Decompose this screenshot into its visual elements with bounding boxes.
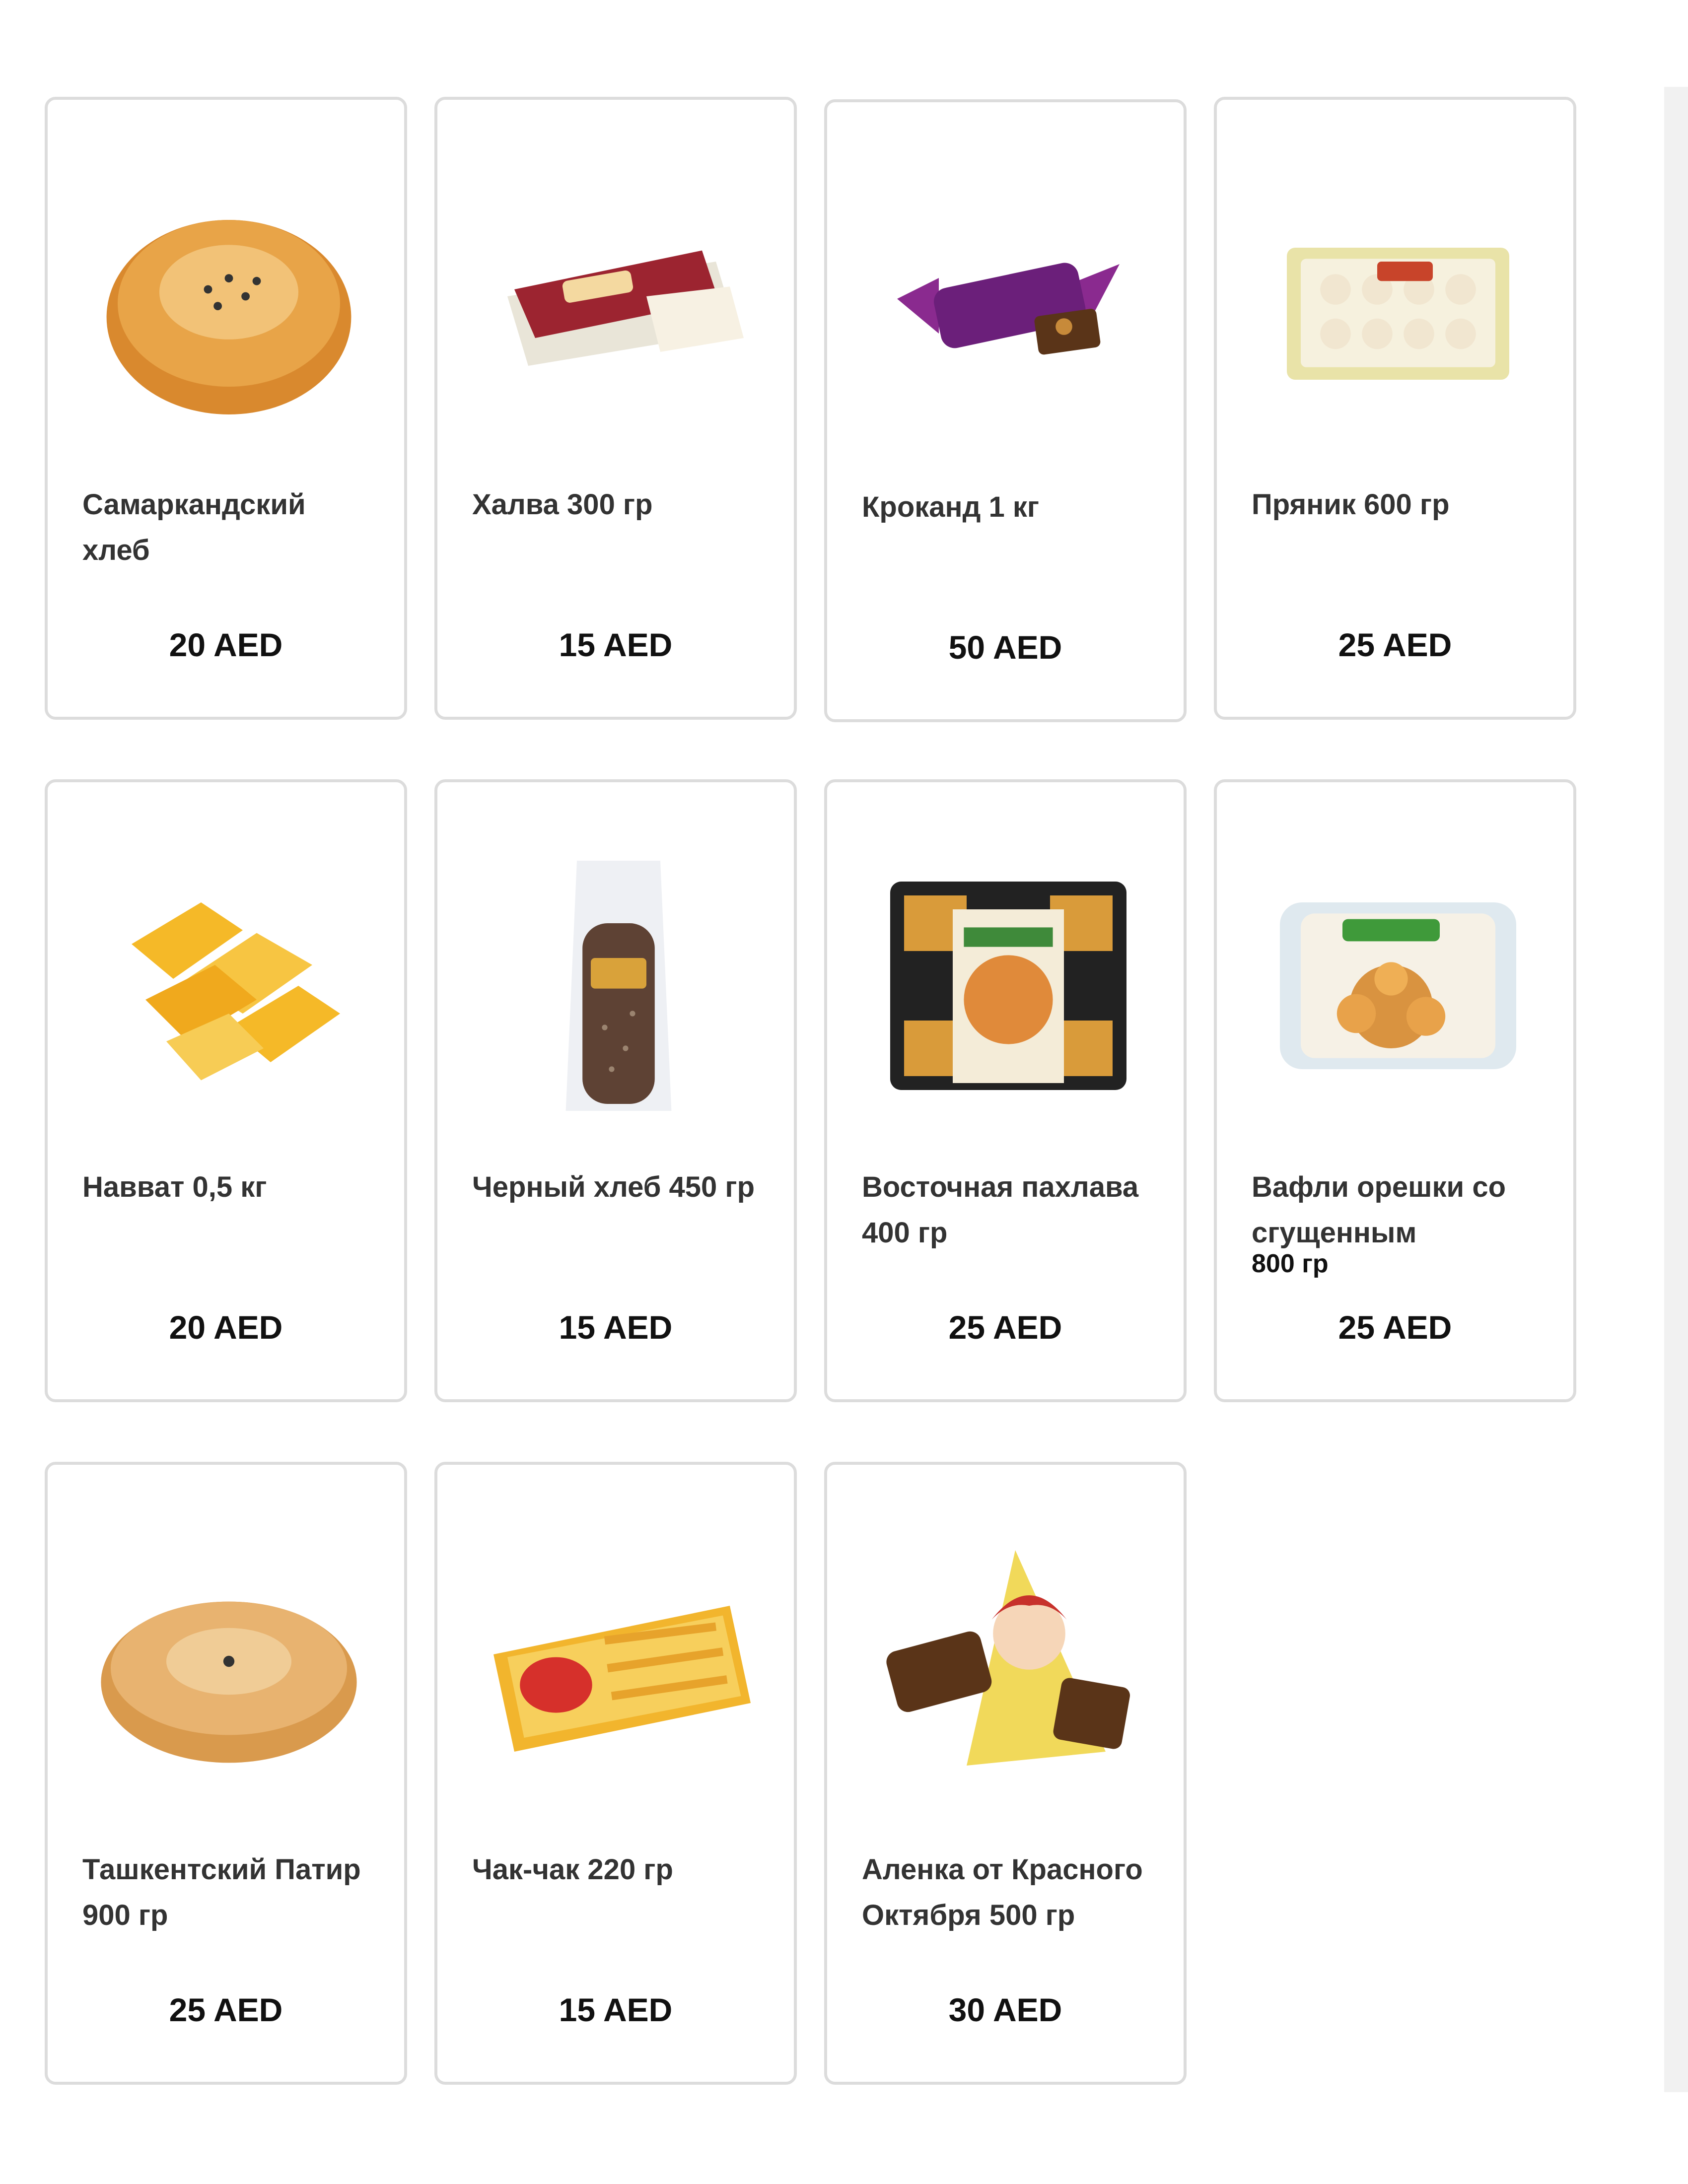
product-name[interactable]: Самаркандский хлеб xyxy=(82,482,380,573)
product-image[interactable] xyxy=(862,837,1155,1135)
product-image[interactable] xyxy=(472,837,765,1135)
patir-bread-icon xyxy=(101,1601,357,1763)
round-bread-icon xyxy=(106,220,352,414)
product-name[interactable]: Навват 0,5 кг xyxy=(82,1164,380,1210)
product-price: 25 AED xyxy=(169,1991,283,2028)
product-name[interactable]: Аленка от Красного Октября 500 гр xyxy=(862,1847,1160,1938)
product-image[interactable] xyxy=(82,154,375,452)
product-name[interactable]: Халва 300 гр xyxy=(472,482,770,528)
product-subtitle: 800 гр xyxy=(1252,1249,1329,1278)
product-price: 20 AED xyxy=(169,1309,283,1346)
vertical-scrollbar[interactable] xyxy=(1664,87,1688,2092)
product-image[interactable] xyxy=(1252,837,1545,1135)
product-name[interactable]: Вафли орешки со сгущенным xyxy=(1252,1164,1549,1256)
product-name[interactable]: Черный хлеб 450 гр xyxy=(472,1164,770,1210)
product-card[interactable]: Аленка от Красного Октября 500 гр 30 AED xyxy=(824,1462,1187,2085)
crystal-sugar-icon xyxy=(132,902,340,1081)
product-card[interactable]: Пряник 600 гр 25 AED xyxy=(1214,97,1576,720)
product-name[interactable]: Восточная пахлава 400 гр xyxy=(862,1164,1160,1256)
product-card[interactable]: Навват 0,5 кг 20 AED xyxy=(45,779,407,1402)
product-price: 25 AED xyxy=(1338,626,1452,663)
product-card[interactable]: Самаркандский хлеб 20 AED xyxy=(45,97,407,720)
product-price: 50 AED xyxy=(948,629,1062,666)
product-image[interactable] xyxy=(1252,154,1545,452)
product-image[interactable] xyxy=(82,837,375,1135)
product-price: 15 AED xyxy=(559,626,673,663)
product-card[interactable]: Ташкентский Патир 900 гр 25 AED xyxy=(45,1462,407,2085)
product-price: 20 AED xyxy=(169,626,283,663)
product-name[interactable]: Кроканд 1 кг xyxy=(862,484,1160,530)
chak-chak-pack-icon xyxy=(493,1606,751,1752)
product-image[interactable] xyxy=(472,1519,765,1817)
halva-pack-icon xyxy=(507,250,744,366)
product-card[interactable]: Кроканд 1 кг 50 AED xyxy=(824,99,1187,722)
product-image[interactable] xyxy=(862,157,1155,455)
gingerbread-box-icon xyxy=(1287,248,1509,380)
product-price: 15 AED xyxy=(559,1991,673,2028)
product-price: 25 AED xyxy=(1338,1309,1452,1346)
bagged-bread-icon xyxy=(565,861,672,1111)
product-card[interactable]: Чак-чак 220 гр 15 AED xyxy=(434,1462,797,2085)
product-price: 30 AED xyxy=(948,1991,1062,2028)
product-name[interactable]: Ташкентский Патир 900 гр xyxy=(82,1847,380,1938)
product-name[interactable]: Чак-чак 220 гр xyxy=(472,1847,770,1893)
baklava-box-icon xyxy=(890,882,1126,1090)
product-price: 15 AED xyxy=(559,1309,673,1346)
product-price: 25 AED xyxy=(948,1309,1062,1346)
product-image[interactable] xyxy=(472,154,765,452)
product-grid-page: Самаркандский хлеб 20 AED Халва 300 гр 1… xyxy=(0,0,1688,2184)
product-name[interactable]: Пряник 600 гр xyxy=(1252,482,1549,528)
product-image[interactable] xyxy=(862,1519,1155,1817)
product-image[interactable] xyxy=(82,1519,375,1817)
product-card[interactable]: Халва 300 гр 15 AED xyxy=(434,97,797,720)
product-card[interactable]: Черный хлеб 450 гр 15 AED xyxy=(434,779,797,1402)
product-card[interactable]: Восточная пахлава 400 гр 25 AED xyxy=(824,779,1187,1402)
waffle-nuts-box-icon xyxy=(1280,902,1516,1069)
chocolate-candy-icon xyxy=(886,1550,1130,1766)
product-card[interactable]: Вафли орешки со сгущенным 800 гр 25 AED xyxy=(1214,779,1576,1402)
candy-wrapper-icon xyxy=(897,263,1120,355)
